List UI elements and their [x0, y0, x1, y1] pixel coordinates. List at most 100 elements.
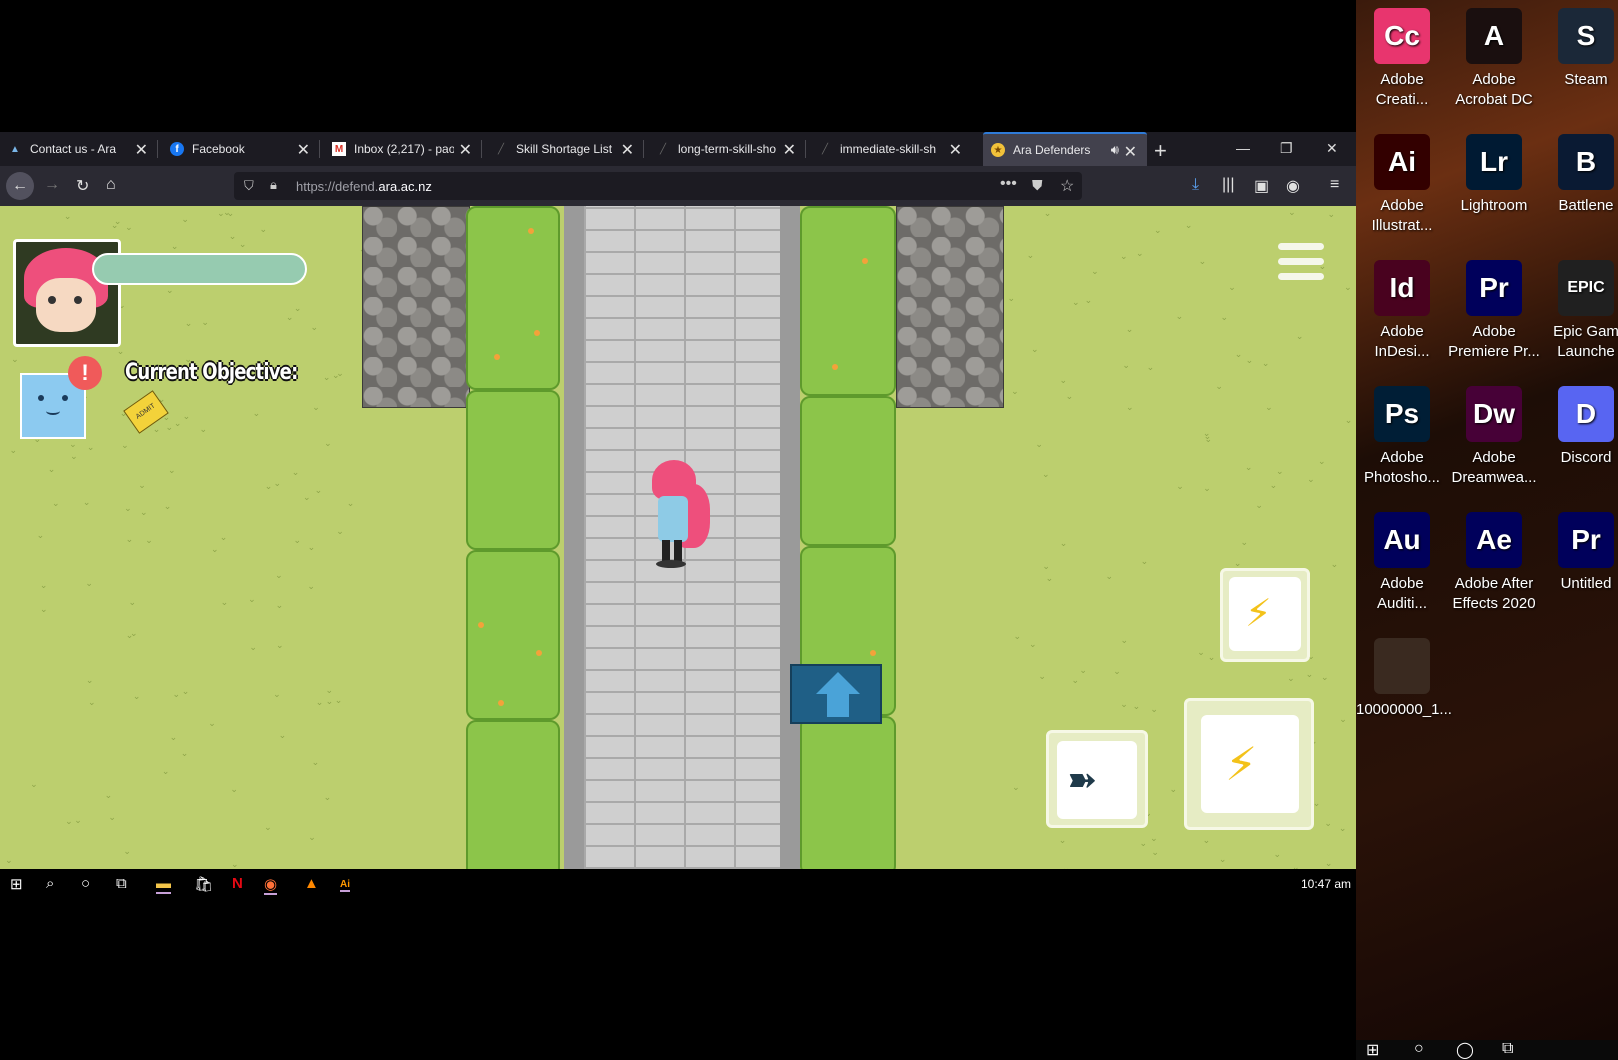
- url-prefix: https://defend.: [296, 179, 379, 194]
- desktop-shortcut[interactable]: Lr Lightroom: [1448, 134, 1540, 216]
- desktop-shortcut[interactable]: Dw Adobe Dreamwea...: [1448, 386, 1540, 488]
- back-arrow-icon[interactable]: ←: [6, 172, 34, 200]
- app-icon: A: [1466, 8, 1522, 64]
- desktop-shortcut[interactable]: EPIC Epic Gam Launche: [1540, 260, 1618, 362]
- windows-start-icon[interactable]: ⊞: [1366, 1040, 1379, 1060]
- tab-skill-shortage[interactable]: ╱ Skill Shortage List C ✕: [486, 132, 644, 166]
- close-icon[interactable]: ✕: [459, 140, 472, 160]
- desktop-shortcut[interactable]: S Steam: [1540, 8, 1618, 90]
- netflix-icon[interactable]: N: [232, 875, 243, 892]
- speaker-icon[interactable]: 🔊︎: [1111, 142, 1119, 158]
- download-icon[interactable]: ⤓: [1192, 176, 1199, 194]
- app-icon: Pr: [1466, 260, 1522, 316]
- hedge: [466, 720, 560, 869]
- cortana-icon[interactable]: ◯: [1456, 1040, 1474, 1060]
- illustrator-icon[interactable]: Ai: [340, 879, 350, 892]
- close-icon[interactable]: ✕: [1124, 142, 1137, 162]
- lock-icon[interactable]: 🔒︎: [270, 177, 277, 193]
- desktop-shortcut-label: Untitled: [1560, 575, 1612, 592]
- new-tab-button[interactable]: +: [1154, 138, 1167, 164]
- reload-icon[interactable]: ↻: [76, 176, 89, 196]
- app-icon: Au: [1374, 512, 1430, 568]
- close-icon[interactable]: ✕: [949, 140, 962, 160]
- task-view-icon[interactable]: ⧉: [116, 875, 127, 892]
- game-menu-button[interactable]: [1278, 243, 1324, 288]
- app-icon: Lr: [1466, 134, 1522, 190]
- desktop-shortcut-label: Steam: [1564, 71, 1608, 88]
- desktop-shortcut[interactable]: D Discord: [1540, 386, 1618, 468]
- alert-badge: !: [68, 356, 102, 390]
- bookmark-star-icon[interactable]: ☆: [1060, 176, 1074, 196]
- close-icon[interactable]: ✕: [135, 140, 148, 160]
- desktop-shortcut[interactable]: Pr Adobe Premiere Pr...: [1448, 260, 1540, 362]
- tab-title: long-term-skill-sho: [678, 142, 777, 156]
- lightning-skill-button[interactable]: ⚡︎: [1220, 568, 1310, 662]
- restore-button[interactable]: ❐: [1280, 140, 1293, 157]
- desktop-shortcut[interactable]: Ae Adobe After Effects 2020: [1448, 512, 1540, 614]
- page-icon: ╱: [497, 143, 505, 155]
- taskbar-clock: 10:47 am: [1301, 877, 1352, 891]
- tab-immediate[interactable]: ╱ immediate-skill-sh ✕: [810, 132, 972, 166]
- dash-skill-button[interactable]: ➽: [1046, 730, 1148, 828]
- hamburger-menu-icon[interactable]: ≡: [1330, 176, 1339, 194]
- desktop-shortcut[interactable]: A Adobe Acrobat DC: [1448, 8, 1540, 110]
- desktop-shortcut-label: Discord: [1560, 449, 1612, 466]
- pocket-icon[interactable]: ⛊: [1032, 177, 1043, 194]
- tab-inbox[interactable]: M Inbox (2,217) - paol ✕: [324, 132, 482, 166]
- forward-arrow-icon[interactable]: →: [44, 176, 60, 194]
- app-icon: B: [1558, 134, 1614, 190]
- ara-icon: ▲: [10, 143, 20, 155]
- firefox-icon[interactable]: ◉: [264, 875, 278, 895]
- desktop-shortcut[interactable]: Ps Adobe Photosho...: [1356, 386, 1448, 488]
- desktop-shortcut-label: Adobe Dreamwea...: [1451, 449, 1537, 486]
- close-icon[interactable]: ✕: [621, 140, 634, 160]
- app-icon: S: [1558, 8, 1614, 64]
- desktop-shortcut[interactable]: B Battlene: [1540, 134, 1618, 216]
- more-actions-icon[interactable]: •••: [1000, 175, 1017, 193]
- vlc-icon[interactable]: ▲: [304, 875, 319, 892]
- minimize-button[interactable]: —: [1236, 140, 1250, 156]
- desktop-shortcut[interactable]: Id Adobe InDesi...: [1356, 260, 1448, 362]
- desktop-shortcut[interactable]: Ai Adobe Illustrat...: [1356, 134, 1448, 236]
- account-icon[interactable]: ◉: [1286, 176, 1300, 196]
- file-explorer-icon[interactable]: ▬: [156, 875, 171, 894]
- desktop-shortcut[interactable]: Pr Untitled: [1540, 512, 1618, 594]
- sidebar-icon[interactable]: ▣: [1254, 176, 1269, 196]
- url-host: ara.ac.nz: [378, 179, 432, 194]
- desktop-shortcut[interactable]: 10000000_1...: [1356, 638, 1452, 720]
- energy-blast-icon: ⚡︎: [1225, 738, 1258, 790]
- tab-contact-us[interactable]: ▲ Contact us - Ara ✕: [0, 132, 158, 166]
- home-icon[interactable]: ⌂: [106, 176, 116, 194]
- desktop-shortcut[interactable]: Au Adobe Auditi...: [1356, 512, 1448, 614]
- shadow-dash-icon: ➽: [1067, 759, 1098, 800]
- attack-skill-button[interactable]: ⚡︎: [1184, 698, 1314, 830]
- tab-long-term[interactable]: ╱ long-term-skill-sho ✕: [648, 132, 806, 166]
- cortana-icon[interactable]: ○: [81, 875, 90, 892]
- app-icon: Id: [1374, 260, 1430, 316]
- app-icon: Pr: [1558, 512, 1614, 568]
- game-canvas[interactable]: ⌄ ⌄ ⌄ ⌄ ⌄ ⌄ ⌄ ⌄ ⌄ ⌄ ⌄ ⌄ ⌄ ⌄ ⌄ ⌄ ⌄ ⌄ ⌄ ⌄ ⌄ ⌄ ⌄ ⌄ ⌄ ⌄ ⌄ ⌄ ⌄ ⌄ ⌄ ⌄ ⌄ ⌄ ⌄ ⌄ ⌄ ⌄ ⌄ ⌄…: [0, 206, 1356, 869]
- gmail-icon: M: [332, 142, 346, 156]
- lightning-burst-icon: ⚡︎: [1245, 593, 1272, 635]
- task-view-icon[interactable]: ⧉: [1502, 1040, 1513, 1058]
- desktop-shortcut-label: Battlene: [1558, 197, 1614, 214]
- close-icon[interactable]: ✕: [783, 140, 796, 160]
- desktop-shortcut-label: Adobe Acrobat DC: [1455, 71, 1533, 108]
- shield-icon[interactable]: ⛉: [244, 178, 254, 194]
- desktop-shortcut-label: Adobe Premiere Pr...: [1448, 323, 1540, 360]
- player-character: [646, 460, 716, 570]
- close-icon[interactable]: ✕: [297, 140, 310, 160]
- tab-facebook[interactable]: f Facebook ✕: [162, 132, 320, 166]
- path-curb-right: [780, 206, 800, 869]
- library-icon[interactable]: |||: [1222, 176, 1234, 194]
- windows-start-icon[interactable]: ⊞: [10, 875, 23, 893]
- tab-ara-defenders[interactable]: ★ Ara Defenders 🔊︎ ✕: [983, 132, 1147, 166]
- desktop-shortcut[interactable]: Cc Adobe Creati...: [1356, 8, 1448, 110]
- store-icon[interactable]: 🛍︎: [194, 875, 213, 893]
- tab-title: Skill Shortage List C: [516, 142, 616, 156]
- up-arrow-sign[interactable]: [790, 664, 882, 724]
- close-window-button[interactable]: ✕: [1326, 140, 1338, 157]
- search-icon[interactable]: ○: [1414, 1040, 1424, 1058]
- search-icon[interactable]: ⌕: [46, 875, 54, 892]
- hedge: [466, 390, 560, 550]
